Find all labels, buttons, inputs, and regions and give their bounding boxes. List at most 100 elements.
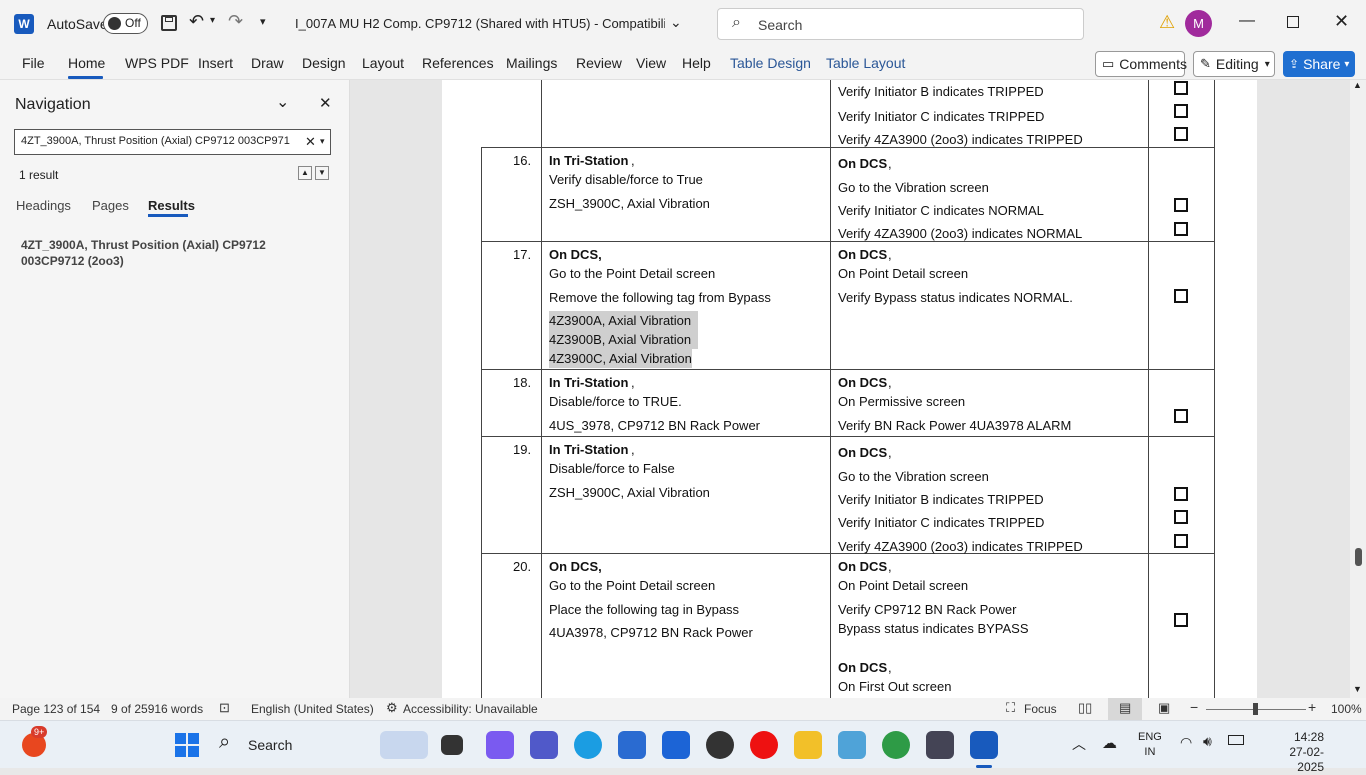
dell-icon[interactable] [706,731,734,759]
opera-icon[interactable] [750,731,778,759]
tab-review[interactable]: Review [576,55,622,71]
show-hidden-icons-icon[interactable]: ︿ [1072,734,1086,754]
wifi-icon[interactable]: ◠ [1180,734,1192,751]
minimize-icon[interactable]: — [1239,12,1255,30]
clear-search-icon[interactable]: ✕ [305,134,316,150]
zoom-slider[interactable] [1206,703,1306,715]
redo-icon[interactable]: ↷ [228,11,243,32]
web-layout-icon[interactable]: ▣ [1158,700,1170,716]
checkbox[interactable] [1174,534,1188,548]
store-icon[interactable] [618,731,646,759]
highlighted-text[interactable]: 4Z3900B, Axial Vibration [549,330,699,349]
comments-button[interactable]: ▭ Comments [1095,51,1187,77]
clock[interactable]: 14:28 27-02-2025 [1284,730,1324,775]
undo-dropdown-icon[interactable]: ▾ [210,15,215,26]
widgets-icon[interactable] [380,731,428,759]
zoom-out-icon[interactable]: − [1190,699,1198,715]
zoom-in-icon[interactable]: + [1308,699,1316,715]
nav-tab-pages[interactable]: Pages [92,198,129,213]
search-result-item[interactable]: 4ZT_3900A, Thrust Position (Axial) CP971… [21,237,266,269]
tab-layout[interactable]: Layout [362,55,404,71]
teams-icon[interactable] [530,731,558,759]
title-dropdown-icon[interactable]: ⌄ [670,14,682,31]
editing-mode-button[interactable]: ✎ Editing ▾ [1193,51,1275,77]
customize-toolbar-icon[interactable]: ▾ [260,15,266,28]
edge-icon[interactable] [574,731,602,759]
volume-icon[interactable]: 🔊︎ [1203,733,1212,750]
print-layout-icon[interactable]: ▤ [1108,698,1142,720]
tab-wps-pdf[interactable]: WPS PDF [125,55,189,71]
close-window-icon[interactable]: ✕ [1334,11,1349,32]
focus-button[interactable]: Focus [1024,702,1057,716]
checkbox[interactable] [1174,289,1188,303]
proofing-icon[interactable]: ⊡ [219,700,230,716]
copilot-icon[interactable] [486,731,514,759]
cloud-sync-icon[interactable]: ☁ [1102,734,1117,752]
highlighted-text[interactable]: 4Z3900C, Axial Vibration [549,349,692,368]
word-logo-icon[interactable]: W [14,14,34,34]
word-taskbar-icon[interactable] [970,731,998,759]
word-count[interactable]: 9 of 25916 words [111,702,203,716]
task-view-icon[interactable] [441,735,463,755]
tab-draw[interactable]: Draw [251,55,284,71]
battery-icon[interactable] [1228,735,1244,745]
avatar[interactable]: M [1185,10,1212,37]
start-windows-icon[interactable] [175,733,199,757]
document-area[interactable]: Verify Initiator B indicates TRIPPED Ver… [350,80,1350,698]
tab-insert[interactable]: Insert [198,55,233,71]
taskbar-search-icon[interactable]: ⌕ [219,731,230,754]
maximize-icon[interactable] [1287,16,1299,28]
previous-result-icon[interactable]: ▲ [298,166,312,180]
save-icon[interactable] [161,15,177,31]
scroll-thumb[interactable] [1355,548,1362,566]
checkbox[interactable] [1174,613,1188,627]
tab-table-design[interactable]: Table Design [730,55,811,71]
document-page[interactable]: Verify Initiator B indicates TRIPPED Ver… [442,80,1257,698]
language-indicator[interactable]: English (United States) [251,702,374,716]
checkbox[interactable] [1174,104,1188,118]
tab-view[interactable]: View [636,55,666,71]
checkbox[interactable] [1174,81,1188,95]
checkbox[interactable] [1174,198,1188,212]
nav-search-input[interactable]: 4ZT_3900A, Thrust Position (Axial) CP971… [14,129,331,155]
remote-desktop-icon[interactable] [926,731,954,759]
checkbox[interactable] [1174,222,1188,236]
tab-help[interactable]: Help [682,55,711,71]
vertical-scrollbar[interactable]: ▲ ▼ [1350,80,1366,698]
tab-file[interactable]: File [22,55,45,71]
tab-mailings[interactable]: Mailings [506,55,557,71]
next-result-icon[interactable]: ▼ [315,166,329,180]
undo-icon[interactable]: ↶ [189,11,204,32]
file-explorer-icon[interactable] [794,731,822,759]
checkbox[interactable] [1174,409,1188,423]
tab-design[interactable]: Design [302,55,346,71]
chrome-icon[interactable] [882,731,910,759]
page-indicator[interactable]: Page 123 of 154 [12,702,100,716]
nav-tab-results[interactable]: Results [148,198,195,213]
checkbox[interactable] [1174,487,1188,501]
search-dropdown-icon[interactable]: ▾ [320,136,325,147]
nav-options-chevron-icon[interactable]: ⌄ [276,92,289,112]
accessibility-status[interactable]: Accessibility: Unavailable [403,702,538,716]
scroll-up-icon[interactable]: ▲ [1353,80,1362,90]
search-box[interactable]: ⌕ Search [717,8,1084,40]
nav-tab-headings[interactable]: Headings [16,198,71,213]
checkbox[interactable] [1174,127,1188,141]
zoom-slider-thumb[interactable] [1253,703,1258,715]
scroll-down-icon[interactable]: ▼ [1353,684,1362,694]
highlighted-text[interactable]: 4Z3900A, Axial Vibration [549,311,699,330]
read-mode-icon[interactable]: ▯▯ [1078,700,1092,716]
tab-home[interactable]: Home [68,55,105,71]
arrow-app-icon[interactable] [662,731,690,759]
language-indicator[interactable]: ENG IN [1138,730,1162,760]
share-button[interactable]: ⇪ Share ▾ [1283,51,1355,77]
zoom-level[interactable]: 100% [1331,702,1362,716]
taskbar-search-label[interactable]: Search [248,737,292,753]
autosave-toggle[interactable]: Off [103,13,148,34]
document-title[interactable]: I_007A MU H2 Comp. CP9712 (Shared with H… [295,16,665,31]
tab-table-layout[interactable]: Table Layout [826,55,905,71]
warning-icon[interactable]: ⚠ [1159,12,1175,33]
tab-references[interactable]: References [422,55,494,71]
nav-close-icon[interactable]: ✕ [319,94,332,112]
photos-icon[interactable] [838,731,866,759]
